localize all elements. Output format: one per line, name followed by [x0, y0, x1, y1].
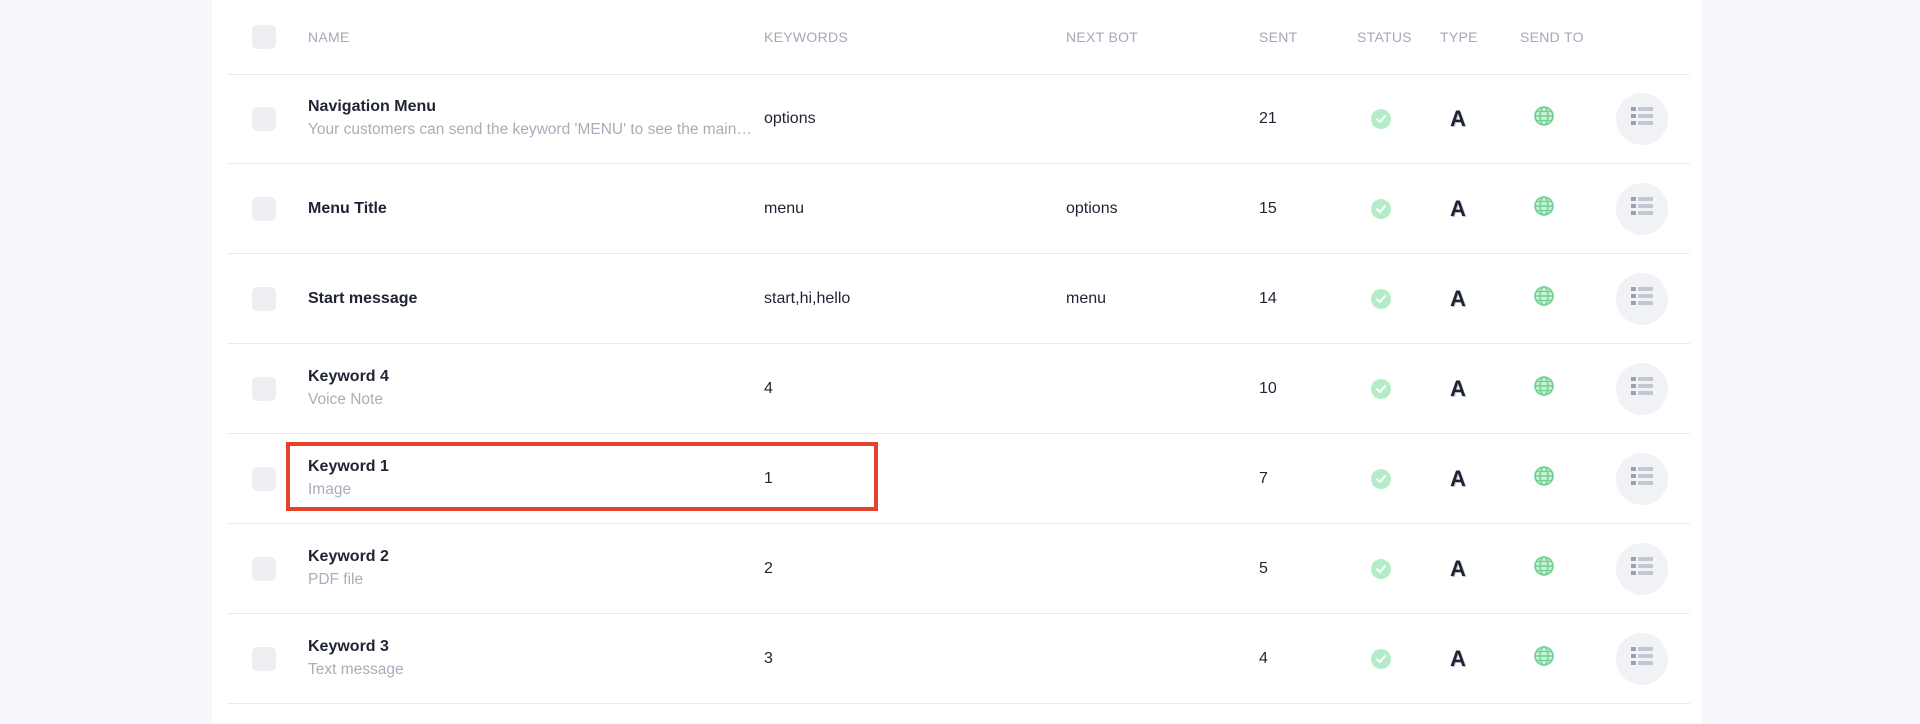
keywords-value: menu: [764, 199, 805, 217]
keyword-title[interactable]: Menu Title: [308, 200, 387, 218]
text-type-icon: A: [1450, 645, 1466, 671]
check-circle-icon[interactable]: [1371, 108, 1391, 129]
keywords-value: 4: [764, 379, 773, 397]
list-icon: [1631, 107, 1653, 130]
name-cell[interactable]: Keyword 2 PDF file: [308, 524, 758, 613]
keyword-description: Your customers can send the keyword 'MEN…: [308, 121, 756, 138]
table-header: NAME KEYWORDS NEXT BOT SENT STATUS TYPE …: [228, 0, 1690, 75]
row-checkbox[interactable]: [252, 647, 276, 671]
keywords-value: 2: [764, 559, 773, 577]
globe-icon[interactable]: [1533, 465, 1555, 492]
next-bot-value: menu: [1066, 289, 1107, 307]
row-actions-button[interactable]: [1616, 182, 1668, 235]
globe-icon[interactable]: [1533, 105, 1555, 132]
row-checkbox[interactable]: [252, 107, 276, 131]
sent-count: 21: [1259, 109, 1277, 127]
sent-count: 5: [1259, 559, 1268, 577]
text-type-icon: A: [1450, 105, 1466, 131]
select-all-checkbox[interactable]: [252, 25, 276, 49]
row-actions-button[interactable]: [1616, 272, 1668, 325]
keyword-description: PDF file: [308, 571, 364, 588]
text-type-icon: A: [1450, 375, 1466, 401]
row-actions-button[interactable]: [1616, 632, 1668, 685]
row-checkbox[interactable]: [252, 467, 276, 491]
keyword-title[interactable]: Keyword 2: [308, 548, 389, 566]
text-type-icon: A: [1450, 285, 1466, 311]
column-header-name[interactable]: NAME: [308, 0, 758, 74]
name-cell[interactable]: Keyword 4 Voice Note: [308, 344, 758, 433]
sent-count: 14: [1259, 289, 1277, 307]
name-cell[interactable]: Keyword 3 Text message: [308, 614, 758, 703]
row-checkbox[interactable]: [252, 197, 276, 221]
table-row[interactable]: Menu Title menu options 15 A: [228, 164, 1690, 254]
sent-count: 7: [1259, 469, 1268, 487]
highlight-box: [286, 442, 878, 511]
row-actions-button[interactable]: [1616, 452, 1668, 505]
name-cell[interactable]: Start message: [308, 254, 758, 343]
row-actions-button[interactable]: [1616, 362, 1668, 415]
row-checkbox[interactable]: [252, 557, 276, 581]
keyword-title[interactable]: Navigation Menu: [308, 98, 436, 116]
globe-icon[interactable]: [1533, 285, 1555, 312]
list-icon: [1631, 647, 1653, 670]
keywords-value: options: [764, 109, 816, 127]
check-circle-icon[interactable]: [1371, 468, 1391, 489]
column-header-next-bot[interactable]: NEXT BOT: [1066, 0, 1256, 74]
keyword-description: Text message: [308, 661, 404, 678]
list-icon: [1631, 377, 1653, 400]
row-checkbox[interactable]: [252, 377, 276, 401]
text-type-icon: A: [1450, 465, 1466, 491]
keywords-value: start,hi,hello: [764, 289, 851, 307]
column-header-status[interactable]: STATUS: [1357, 0, 1412, 74]
list-icon: [1631, 557, 1653, 580]
column-header-sent[interactable]: SENT: [1259, 0, 1339, 74]
column-header-keywords[interactable]: KEYWORDS: [764, 0, 1064, 74]
keyword-title[interactable]: Start message: [308, 290, 417, 308]
table-row[interactable]: Keyword 3 Text message 3 4 A: [228, 614, 1690, 704]
keyword-title[interactable]: Keyword 3: [308, 638, 389, 656]
table-row[interactable]: Navigation Menu Your customers can send t…: [228, 74, 1690, 164]
keywords-value: 3: [764, 649, 773, 667]
name-cell[interactable]: Navigation Menu Your customers can send t…: [308, 74, 758, 163]
column-header-send-to[interactable]: SEND TO: [1520, 0, 1584, 74]
globe-icon[interactable]: [1533, 375, 1555, 402]
check-circle-icon[interactable]: [1371, 288, 1391, 309]
check-circle-icon[interactable]: [1371, 378, 1391, 399]
table-row[interactable]: Keyword 2 PDF file 2 5 A: [228, 524, 1690, 614]
list-icon: [1631, 467, 1653, 490]
column-header-type[interactable]: TYPE: [1440, 0, 1478, 74]
table-row[interactable]: Start message start,hi,hello menu 14 A: [228, 254, 1690, 344]
sent-count: 15: [1259, 199, 1277, 217]
row-actions-button[interactable]: [1616, 92, 1668, 145]
keyword-description: Voice Note: [308, 391, 383, 408]
keyword-title[interactable]: Keyword 4: [308, 368, 389, 386]
check-circle-icon[interactable]: [1371, 648, 1391, 669]
row-checkbox[interactable]: [252, 287, 276, 311]
check-circle-icon[interactable]: [1371, 198, 1391, 219]
globe-icon[interactable]: [1533, 555, 1555, 582]
globe-icon[interactable]: [1533, 645, 1555, 672]
sent-count: 4: [1259, 649, 1268, 667]
list-icon: [1631, 287, 1653, 310]
text-type-icon: A: [1450, 555, 1466, 581]
next-bot-value: options: [1066, 199, 1118, 217]
sent-count: 10: [1259, 379, 1277, 397]
check-circle-icon[interactable]: [1371, 558, 1391, 579]
globe-icon[interactable]: [1533, 195, 1555, 222]
list-icon: [1631, 197, 1653, 220]
name-cell[interactable]: Menu Title: [308, 164, 758, 253]
text-type-icon: A: [1450, 195, 1466, 221]
table-row[interactable]: Keyword 4 Voice Note 4 10 A: [228, 344, 1690, 434]
row-actions-button[interactable]: [1616, 542, 1668, 595]
